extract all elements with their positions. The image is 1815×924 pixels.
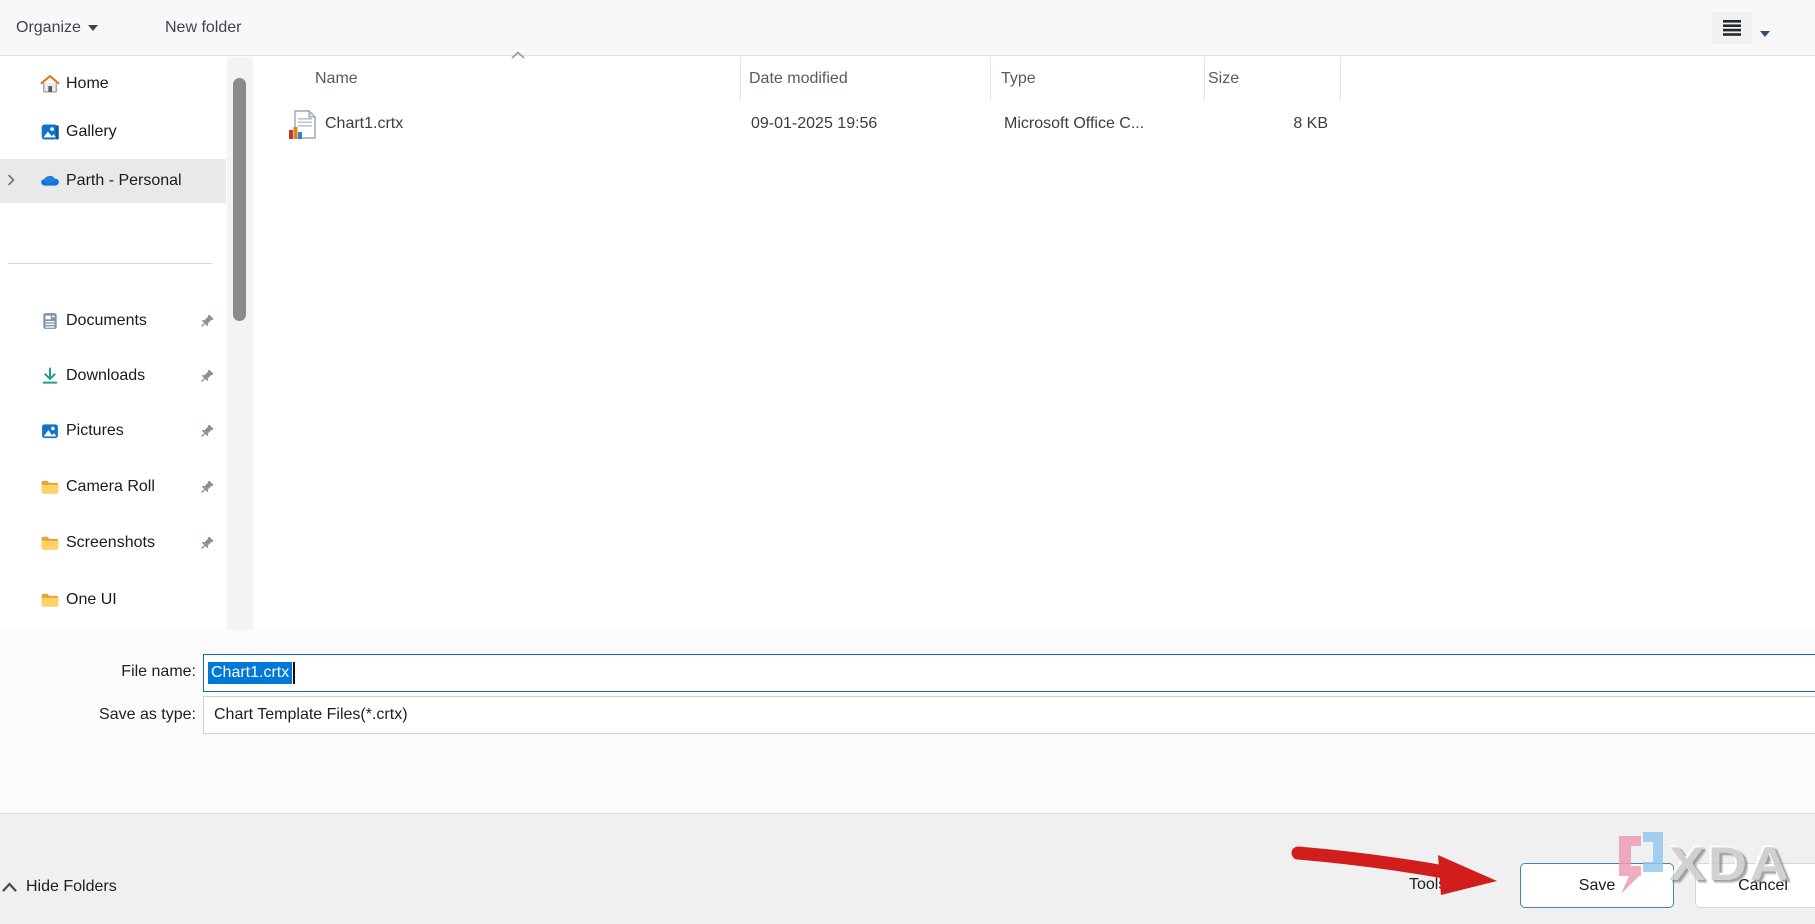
pin-icon — [198, 423, 215, 440]
hide-folders-label: Hide Folders — [26, 878, 117, 896]
column-header-name[interactable]: Name — [315, 57, 358, 101]
sidebar-item-label: One UI — [66, 591, 117, 609]
cancel-button[interactable]: Cancel — [1695, 863, 1815, 908]
column-divider[interactable] — [740, 57, 741, 101]
save-button[interactable]: Save — [1520, 863, 1674, 908]
file-list-pane: Name Date modified Type Size Chart1.crtx… — [255, 57, 1815, 630]
text-cursor — [293, 662, 295, 684]
column-header-type[interactable]: Type — [1001, 57, 1036, 101]
new-folder-button[interactable]: New folder — [165, 0, 241, 56]
sidebar-item-label: Gallery — [66, 123, 117, 141]
view-mode-button[interactable] — [1712, 12, 1752, 44]
view-options-dropdown[interactable] — [1760, 24, 1770, 42]
pin-icon — [198, 313, 215, 330]
sidebar-item-pictures[interactable]: Pictures — [0, 409, 226, 453]
dialog-footer: Hide Folders Tools Save Cancel — [0, 813, 1815, 924]
folder-icon — [40, 590, 60, 610]
column-header-size[interactable]: Size — [1208, 57, 1239, 101]
sidebar-item-camera-roll[interactable]: Camera Roll — [0, 465, 226, 509]
save-as-type-value: Chart Template Files(*.crtx) — [214, 706, 408, 724]
save-as-type-label: Save as type: — [60, 706, 196, 724]
scrollbar-thumb[interactable] — [233, 78, 246, 321]
cell-size: 8 KB — [1204, 101, 1334, 147]
new-folder-label: New folder — [165, 19, 241, 37]
file-name-selected-text: Chart1.crtx — [208, 662, 292, 684]
sidebar-item-onedrive-parth-personal[interactable]: Parth - Personal — [0, 159, 226, 203]
chevron-up-icon — [2, 882, 17, 892]
navigation-pane: Home Gallery Parth - Personal Do — [0, 57, 226, 630]
hide-folders-button[interactable]: Hide Folders — [2, 872, 117, 902]
sidebar-item-label: Screenshots — [66, 534, 155, 552]
column-header-date-modified[interactable]: Date modified — [749, 57, 848, 101]
sidebar-item-home[interactable]: Home — [0, 62, 226, 106]
sidebar-item-one-ui[interactable]: One UI — [0, 578, 226, 622]
sidebar-item-label: Pictures — [66, 422, 124, 440]
list-view-icon — [1721, 19, 1743, 37]
sidebar-separator — [8, 263, 212, 264]
save-as-type-select[interactable]: Chart Template Files(*.crtx) — [203, 696, 1815, 734]
file-row-chart1[interactable]: Chart1.crtx 09-01-2025 19:56 Microsoft O… — [255, 101, 1355, 147]
sidebar-item-screenshots[interactable]: Screenshots — [0, 521, 226, 565]
chevron-right-icon[interactable] — [5, 174, 17, 186]
cell-name: Chart1.crtx — [325, 101, 403, 147]
pin-icon — [198, 479, 215, 496]
tools-button[interactable]: Tools — [1409, 876, 1465, 894]
column-divider[interactable] — [1340, 57, 1341, 101]
cell-type: Microsoft Office C... — [1004, 101, 1144, 147]
sidebar-item-label: Home — [66, 75, 109, 93]
gallery-icon — [40, 122, 60, 142]
chevron-down-icon — [1455, 882, 1465, 888]
cancel-label: Cancel — [1738, 877, 1788, 895]
sidebar-scrollbar[interactable] — [227, 57, 253, 630]
sidebar-item-label: Camera Roll — [66, 478, 155, 496]
column-label: Size — [1208, 70, 1239, 88]
save-label: Save — [1579, 877, 1615, 895]
onedrive-icon — [40, 171, 60, 191]
column-divider[interactable] — [990, 57, 991, 101]
dialog-toolbar: Organize New folder — [0, 0, 1815, 56]
sort-ascending-icon — [510, 50, 526, 60]
tools-label: Tools — [1409, 876, 1446, 894]
pin-icon — [198, 535, 215, 552]
sidebar-item-gallery[interactable]: Gallery — [0, 110, 226, 154]
file-name-label: File name: — [60, 663, 196, 681]
downloads-icon — [40, 366, 60, 386]
chevron-down-icon — [88, 25, 98, 31]
column-divider[interactable] — [1204, 57, 1205, 101]
documents-icon — [40, 311, 60, 331]
sidebar-item-label: Downloads — [66, 367, 145, 385]
sidebar-item-documents[interactable]: Documents — [0, 299, 226, 343]
organize-label: Organize — [16, 19, 81, 37]
folder-icon — [40, 477, 60, 497]
sidebar-item-label: Parth - Personal — [66, 172, 182, 190]
organize-button[interactable]: Organize — [16, 0, 98, 56]
file-fields-section: File name: Chart1.crtx Save as type: Cha… — [0, 630, 1815, 813]
column-label: Type — [1001, 70, 1036, 88]
column-label: Name — [315, 70, 358, 88]
home-icon — [40, 74, 60, 94]
file-name-input[interactable]: Chart1.crtx — [203, 654, 1815, 692]
folder-icon — [40, 533, 60, 553]
chevron-down-icon — [1760, 31, 1770, 37]
pictures-icon — [40, 421, 60, 441]
chart-template-file-icon — [288, 109, 318, 141]
pin-icon — [198, 368, 215, 385]
cell-date-modified: 09-01-2025 19:56 — [751, 101, 877, 147]
sidebar-item-downloads[interactable]: Downloads — [0, 354, 226, 398]
sidebar-item-label: Documents — [66, 312, 147, 330]
column-label: Date modified — [749, 70, 848, 88]
